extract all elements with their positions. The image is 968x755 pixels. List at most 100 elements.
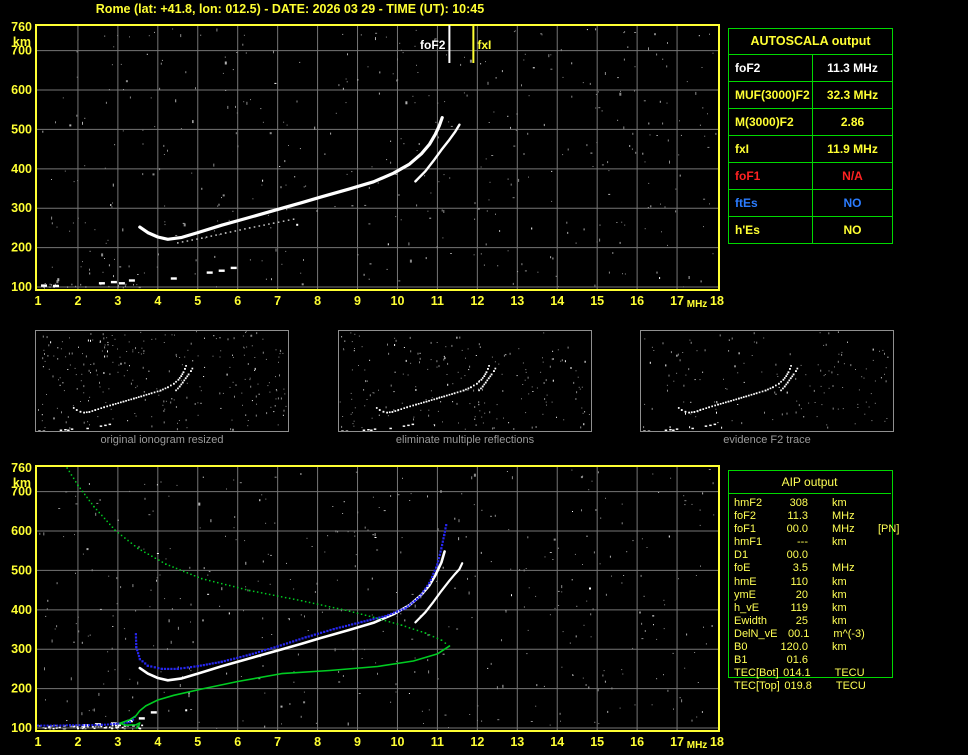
aip-row-yme: ymE 20 km [734, 589, 959, 602]
aip-row-b1: B1 01.6 [734, 654, 959, 667]
svg-text:13: 13 [510, 735, 524, 749]
thumbnail-original-ionogram [35, 330, 289, 432]
svg-text:200: 200 [11, 682, 32, 696]
svg-text:3: 3 [114, 735, 121, 749]
aip-value: 01.6 [786, 654, 808, 667]
row-label: ftEs [729, 190, 813, 216]
noise-layer [39, 469, 715, 730]
svg-text:15: 15 [590, 294, 604, 308]
autoscala-output-table: AUTOSCALA output foF2 11.3 MHz MUF(3000)… [728, 28, 893, 244]
row-label: MUF(3000)F2 [729, 82, 813, 108]
svg-text:10: 10 [391, 294, 405, 308]
thumb-trace [643, 365, 799, 432]
aip-row-fof1: foF1 00.0 MHz [PN] [734, 523, 959, 536]
svg-text:500: 500 [11, 563, 32, 577]
aip-value: --- [797, 536, 808, 549]
svg-text:10: 10 [391, 735, 405, 749]
svg-text:km: km [13, 35, 31, 49]
svg-text:300: 300 [11, 201, 32, 215]
svg-text:1: 1 [35, 735, 42, 749]
aip-label: B1 [734, 654, 748, 667]
svg-text:18: 18 [710, 294, 724, 308]
aip-row-tecbot: TEC[Bot] 014.1 TECU [734, 667, 959, 680]
svg-text:14: 14 [550, 294, 564, 308]
noise-layer [42, 28, 717, 288]
row-value: 11.3 MHz [827, 61, 878, 75]
svg-text:16: 16 [630, 735, 644, 749]
aip-row-hmf1: hmF1 --- km [734, 536, 959, 549]
aip-label: foF1 [734, 523, 757, 536]
aip-value: 20 [795, 588, 808, 601]
aip-label: hmE [734, 575, 757, 588]
thumbnail-eliminate-reflections [338, 330, 592, 432]
row-value: 32.3 MHz [826, 88, 879, 102]
svg-text:9: 9 [354, 294, 361, 308]
svg-text:600: 600 [11, 524, 32, 538]
svg-text:100: 100 [11, 280, 32, 294]
aip-row-ewidth: Ewidth 25 km [734, 615, 959, 628]
svg-text:5: 5 [194, 735, 201, 749]
thumbnail-evidence-f2-trace [640, 330, 894, 432]
svg-text:4: 4 [154, 735, 161, 749]
svg-text:3: 3 [114, 294, 121, 308]
aip-value: 00.1 [787, 627, 810, 640]
aip-row-foe: foE 3.5 MHz [734, 562, 959, 575]
aip-unit [832, 549, 876, 562]
svg-text:6: 6 [234, 294, 241, 308]
svg-text:8: 8 [314, 735, 321, 749]
svg-text:14: 14 [550, 735, 564, 749]
row-value: NO [843, 196, 862, 210]
aip-unit: MHz [832, 562, 855, 575]
aip-row-hve: h_vE 119 km [734, 602, 959, 615]
aip-label: hmF2 [734, 497, 763, 509]
aip-value: 11.3 [787, 510, 808, 523]
aip-value: 019.8 [784, 680, 812, 693]
aip-label: TEC[Top] [734, 680, 780, 693]
row-label: h'Es [729, 217, 813, 243]
thumb-noise [38, 331, 287, 431]
aip-value: 110 [790, 575, 808, 588]
grid-layer [36, 466, 719, 731]
row-value: NO [843, 223, 862, 237]
svg-text:13: 13 [510, 294, 524, 308]
series-electron-density-profile-bottomside [119, 645, 451, 729]
aip-title-divider [729, 493, 891, 494]
profilogram-plot: 1 2 3 4 5 6 7 8 9 10 11 12 13 14 15 16 17 18MHz1002003004… [11, 461, 724, 751]
table-row-fof1: foF1 N/A [729, 162, 892, 189]
svg-text:11: 11 [431, 735, 444, 749]
aip-row-b0: B0 120.0 km [734, 641, 959, 654]
aip-unit: km [832, 497, 847, 509]
svg-text:2: 2 [74, 294, 81, 308]
aip-row-fof2: foF2 11.3 MHz [734, 510, 959, 523]
svg-text:600: 600 [11, 83, 32, 97]
svg-text:200: 200 [11, 241, 32, 255]
aip-unit: km [832, 641, 847, 654]
row-label: M(3000)F2 [729, 109, 813, 135]
svg-text:17: 17 [670, 294, 684, 308]
table-row-fof2: foF2 11.3 MHz [729, 55, 892, 81]
svg-text:MHz: MHz [687, 740, 708, 751]
svg-text:8: 8 [314, 294, 321, 308]
row-label: fxI [729, 136, 813, 162]
aip-value: 120.0 [780, 641, 808, 654]
aip-row-tectop: TEC[Top] 019.8 TECU [734, 680, 959, 693]
aip-label: DelN_vE [734, 627, 778, 640]
svg-text:12: 12 [470, 735, 484, 749]
aip-row-hmf2: hmF2 308 km [734, 497, 959, 510]
thumbnail-ionogram-image [339, 332, 590, 432]
aip-unit: km [832, 536, 847, 549]
svg-text:760: 760 [11, 20, 32, 34]
svg-text:5: 5 [194, 294, 201, 308]
aip-output-table: hmF2 308 km foF2 11.3 MHz foF1 00.0 MHz [PN] hm… [734, 497, 959, 693]
thumb-trace [38, 365, 194, 432]
series-E-region-echoes [41, 266, 237, 288]
svg-text:6: 6 [234, 735, 241, 749]
aip-value: 00.0 [786, 549, 808, 562]
aip-row-d1: D1 00.0 [734, 549, 959, 562]
aip-unit: MHz [832, 523, 855, 536]
aip-unit: TECU [835, 680, 866, 693]
thumbnail-ionogram-image [643, 331, 889, 432]
plot-frame [35, 24, 720, 291]
row-value: 2.86 [840, 115, 865, 129]
svg-text:2: 2 [74, 735, 81, 749]
